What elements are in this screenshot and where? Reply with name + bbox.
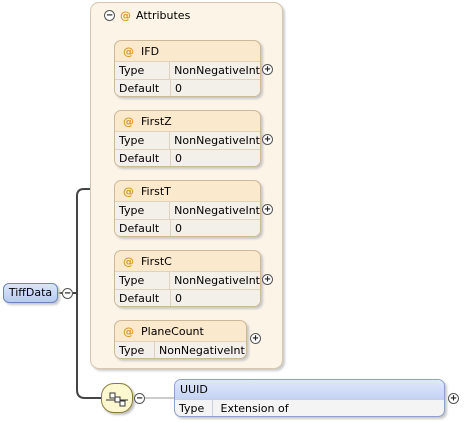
attribute-card-ifd[interactable]: @ IFD Type NonNegativeInt Default 0	[114, 40, 261, 97]
type-value: NonNegativeInt	[159, 344, 245, 357]
root-collapse-toggle[interactable]: −	[62, 288, 73, 299]
attribute-card-planecount[interactable]: @ PlaneCount Type NonNegativeInt	[114, 320, 247, 359]
attribute-at-icon: @	[120, 8, 131, 22]
type-label: Type	[115, 272, 171, 289]
type-value: NonNegativeInt	[174, 134, 260, 147]
attribute-at-icon: @	[123, 254, 134, 268]
expand-type-firstz-toggle[interactable]: +	[262, 134, 273, 145]
sequence-collapse-toggle[interactable]: −	[134, 393, 145, 404]
default-value: 0	[175, 82, 182, 95]
type-value: NonNegativeInt	[174, 204, 260, 217]
expand-type-firstt-toggle[interactable]: +	[262, 204, 273, 215]
attribute-card-firstz[interactable]: @ FirstZ Type NonNegativeInt Default 0	[114, 110, 261, 167]
type-value: NonNegativeInt	[174, 274, 260, 287]
default-label: Default	[115, 220, 171, 236]
type-value: Extension of 'UniversallyUniqueIdentifie…	[220, 402, 289, 415]
attribute-name: FirstZ	[141, 114, 172, 128]
type-label: Type	[115, 202, 171, 219]
default-value: 0	[175, 152, 182, 165]
type-label: Type	[115, 132, 171, 149]
default-value: 0	[175, 222, 182, 235]
expand-type-uuid-toggle[interactable]: +	[448, 393, 459, 404]
default-label: Default	[115, 150, 171, 166]
attributes-group-header: − @ Attributes	[104, 7, 190, 23]
attribute-at-icon: @	[123, 184, 134, 198]
type-value: NonNegativeInt	[174, 64, 260, 77]
expand-type-planecount-toggle[interactable]: +	[250, 333, 261, 344]
attributes-collapse-toggle[interactable]: −	[104, 9, 115, 21]
default-label: Default	[115, 290, 171, 306]
element-uuid[interactable]: UUID Type Extension of 'UniversallyUniqu…	[174, 379, 445, 417]
attribute-name: IFD	[141, 44, 160, 58]
type-label: Type	[175, 400, 213, 416]
attribute-name: FirstT	[141, 184, 171, 198]
attribute-at-icon: @	[123, 324, 134, 338]
root-element-tiffdata[interactable]: TiffData	[3, 283, 58, 303]
attribute-card-firstc[interactable]: @ FirstC Type NonNegativeInt Default 0	[114, 250, 261, 307]
default-label: Default	[115, 80, 171, 96]
attribute-name: PlaneCount	[141, 324, 204, 338]
attribute-name: FirstC	[141, 254, 172, 268]
expand-type-firstc-toggle[interactable]: +	[262, 274, 273, 285]
expand-type-ifd-toggle[interactable]: +	[262, 64, 273, 75]
type-label: Type	[115, 62, 171, 79]
element-name: UUID	[175, 380, 444, 399]
attribute-at-icon: @	[123, 114, 134, 128]
sequence-compositor[interactable]	[101, 383, 133, 413]
attribute-at-icon: @	[123, 44, 134, 58]
default-value: 0	[175, 292, 182, 305]
attribute-card-firstt[interactable]: @ FirstT Type NonNegativeInt Default 0	[114, 180, 261, 237]
type-label: Type	[115, 342, 155, 358]
attributes-group-label: Attributes	[136, 8, 191, 22]
sequence-icon	[106, 392, 128, 407]
